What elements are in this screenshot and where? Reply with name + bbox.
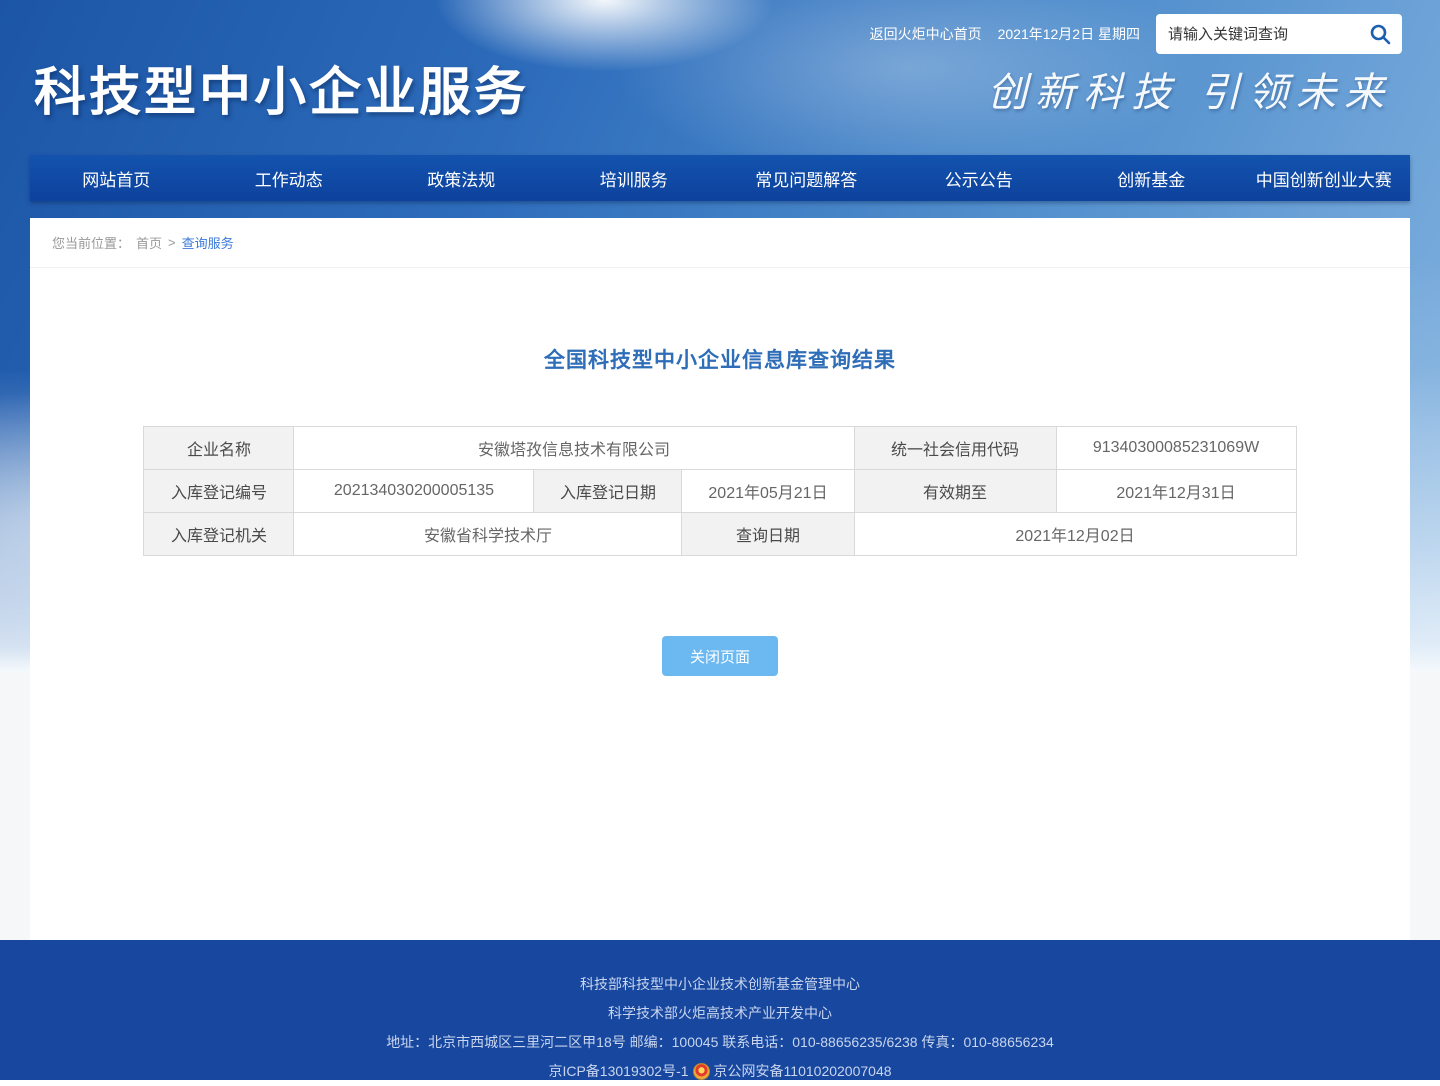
label-query-date: 查询日期 [682,513,854,556]
page-title: 全国科技型中小企业信息库查询结果 [30,344,1410,374]
search-input[interactable] [1168,26,1368,43]
nav-item-faq[interactable]: 常见问题解答 [720,155,893,201]
breadcrumb: 您当前位置： 首页 > 查询服务 [30,218,1410,268]
lower-content-area [30,672,1410,940]
nav-item-innovation-fund[interactable]: 创新基金 [1065,155,1238,201]
breadcrumb-separator: > [168,235,176,250]
label-registration-number: 入库登记编号 [144,470,294,513]
value-credit-code: 91340300085231069W [1056,427,1296,470]
value-registration-date: 2021年05月21日 [682,470,854,513]
header-topbar: 返回火炬中心首页 2021年12月2日 星期四 [870,14,1402,54]
nav-item-policies[interactable]: 政策法规 [375,155,548,201]
table-row: 入库登记编号 202134030200005135 入库登记日期 2021年05… [144,470,1296,513]
search-icon[interactable] [1368,22,1392,46]
table-row: 入库登记机关 安徽省科学技术厅 查询日期 2021年12月02日 [144,513,1296,556]
footer-record-line: 京ICP备13019302号-1 京公网安备11010202007048 [0,1057,1440,1086]
public-security-badge-icon [693,1063,710,1080]
label-credit-code: 统一社会信用代码 [854,427,1056,470]
breadcrumb-current-link[interactable]: 查询服务 [182,233,234,252]
site-title: 科技型中小企业服务 [34,50,529,125]
value-registration-authority: 安徽省科学技术厅 [294,513,682,556]
table-row: 企业名称 安徽塔孜信息技术有限公司 统一社会信用代码 9134030008523… [144,427,1296,470]
breadcrumb-prefix: 您当前位置： [52,233,130,252]
current-date-text: 2021年12月2日 星期四 [998,24,1140,44]
label-registration-date: 入库登记日期 [534,470,682,513]
site-slogan: 创新科技 引领未来 [987,60,1392,118]
value-valid-until: 2021年12月31日 [1056,470,1296,513]
page-footer: 科技部科技型中小企业技术创新基金管理中心 科学技术部火炬高技术产业开发中心 地址… [0,940,1440,1080]
label-registration-authority: 入库登记机关 [144,513,294,556]
label-company-name: 企业名称 [144,427,294,470]
icp-record-link[interactable]: 京ICP备13019302号-1 [548,1057,688,1086]
nav-item-home[interactable]: 网站首页 [30,155,203,201]
content-card: 您当前位置： 首页 > 查询服务 全国科技型中小企业信息库查询结果 企业名称 安… [30,218,1410,672]
footer-org-line2: 科学技术部火炬高技术产业开发中心 [0,999,1440,1028]
nav-item-training[interactable]: 培训服务 [548,155,721,201]
close-page-button[interactable]: 关闭页面 [662,636,778,676]
nav-item-innovation-competition[interactable]: 中国创新创业大赛 [1238,155,1411,201]
header-sky-banner: 返回火炬中心首页 2021年12月2日 星期四 科技型中小企业服务 创新科技 引… [0,0,1440,672]
nav-item-announcements[interactable]: 公示公告 [893,155,1066,201]
footer-contact-line: 地址：北京市西城区三里河二区甲18号 邮编：100045 联系电话：010-88… [0,1028,1440,1057]
label-valid-until: 有效期至 [854,470,1056,513]
lower-background-strip [0,672,1440,940]
search-box [1156,14,1402,54]
value-company-name: 安徽塔孜信息技术有限公司 [294,427,854,470]
return-torch-center-link[interactable]: 返回火炬中心首页 [870,24,982,44]
footer-org-line1: 科技部科技型中小企业技术创新基金管理中心 [0,970,1440,999]
main-nav: 网站首页 工作动态 政策法规 培训服务 常见问题解答 公示公告 创新基金 中国创… [30,155,1410,201]
security-record-link[interactable]: 京公网安备11010202007048 [714,1057,892,1086]
nav-item-work-news[interactable]: 工作动态 [203,155,376,201]
query-result-table: 企业名称 安徽塔孜信息技术有限公司 统一社会信用代码 9134030008523… [143,426,1296,556]
value-query-date: 2021年12月02日 [854,513,1296,556]
value-registration-number: 202134030200005135 [294,470,534,513]
breadcrumb-home-link[interactable]: 首页 [136,233,162,252]
